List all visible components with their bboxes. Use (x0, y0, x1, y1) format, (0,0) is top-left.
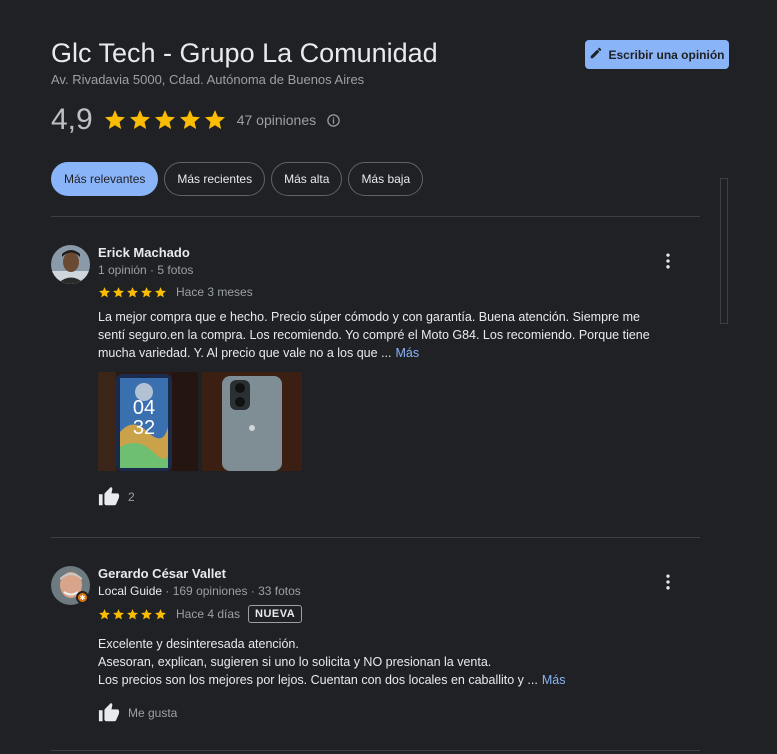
more-link[interactable]: Más (542, 673, 566, 687)
review-text: La mejor compra que e hecho. Precio súpe… (98, 308, 650, 362)
chip-lowest[interactable]: Más baja (348, 162, 424, 196)
avatar[interactable] (51, 245, 90, 284)
star-icon (204, 110, 225, 129)
rating-stars (103, 108, 227, 132)
write-review-label: Escribir una opinión (608, 47, 725, 62)
thumb-up-icon (98, 702, 120, 722)
review-text-line: La mejor compra que e hecho. Precio súpe… (98, 310, 640, 324)
more-link[interactable]: Más (395, 346, 419, 360)
star-icon (155, 608, 166, 619)
svg-text:32: 32 (133, 417, 155, 439)
divider (51, 750, 700, 751)
reviewer-name[interactable]: Erick Machado (98, 245, 190, 260)
review-stars (98, 286, 167, 299)
divider (51, 537, 700, 538)
star-icon (113, 286, 124, 297)
review-date: Hace 3 meses (176, 285, 253, 299)
star-icon (141, 286, 152, 297)
star-icon (127, 608, 138, 619)
scrollbar[interactable] (720, 178, 728, 324)
reviewer-meta: Local Guide · 169 opiniones · 33 fotos (98, 584, 301, 598)
thumb-up-icon (98, 486, 120, 506)
pencil-icon (589, 46, 603, 63)
review-text-line: Los precios son los mejores por lejos. C… (98, 673, 566, 687)
star-icon (99, 286, 110, 297)
review-count: 47 opiniones (236, 112, 317, 128)
review-text-line: Asesoran, explican, sugieren si uno lo s… (98, 655, 492, 669)
local-guide-badge-icon: ✱ (76, 591, 89, 604)
chip-most-relevant[interactable]: Más relevantes (51, 162, 159, 196)
like-label: Me gusta (128, 706, 178, 720)
place-title: Glc Tech - Grupo La Comunidad (51, 38, 438, 68)
review-text-line: mucha variedad. Y. Al precio que vale no… (98, 346, 420, 360)
star-icon (127, 286, 138, 297)
info-icon[interactable] (326, 113, 341, 128)
reviewer-name[interactable]: Gerardo César Vallet (98, 566, 226, 581)
svg-text:04: 04 (133, 397, 155, 419)
more-vert-icon[interactable] (658, 572, 678, 592)
chip-highest[interactable]: Más alta (271, 162, 343, 196)
star-icon (179, 110, 200, 129)
review-rating: Hace 3 meses (98, 285, 253, 299)
review-stars (98, 608, 167, 621)
review-text-line: sentí seguro.en la compra. Los recomiend… (98, 328, 650, 342)
sort-chips: Más relevantes Más recientes Más alta Má… (51, 162, 424, 196)
star-icon (99, 608, 110, 619)
star-icon (141, 608, 152, 619)
star-icon (104, 110, 125, 129)
rating-value: 4,9 (51, 103, 93, 136)
star-icon (113, 608, 124, 619)
star-icon (154, 110, 175, 129)
like-count: 2 (128, 490, 135, 504)
review-photo[interactable]: 04 32 (98, 372, 198, 471)
place-address: Av. Rivadavia 5000, Cdad. Autónoma de Bu… (51, 72, 365, 87)
like-button[interactable]: Me gusta (98, 702, 177, 724)
divider (51, 216, 700, 217)
rating-summary: 4,9 47 opiniones (51, 102, 341, 138)
review-photo[interactable] (202, 372, 302, 471)
more-vert-icon[interactable] (658, 251, 678, 271)
write-review-button[interactable]: Escribir una opinión (585, 40, 729, 69)
review-text-line: Excelente y desinteresada atención. (98, 637, 299, 651)
review-rating: Hace 4 días NUEVA (98, 605, 303, 623)
local-guide-label: Local Guide (98, 584, 163, 598)
like-button[interactable]: 2 (98, 486, 135, 508)
new-badge: NUEVA (248, 605, 303, 623)
reviewer-meta: 1 opinión · 5 fotos (98, 263, 194, 277)
star-icon (155, 286, 166, 297)
star-icon (129, 110, 150, 129)
chip-most-recent[interactable]: Más recientes (164, 162, 266, 196)
review-date: Hace 4 días (176, 607, 241, 621)
review-text: Excelente y desinteresada atención. Ases… (98, 635, 565, 689)
